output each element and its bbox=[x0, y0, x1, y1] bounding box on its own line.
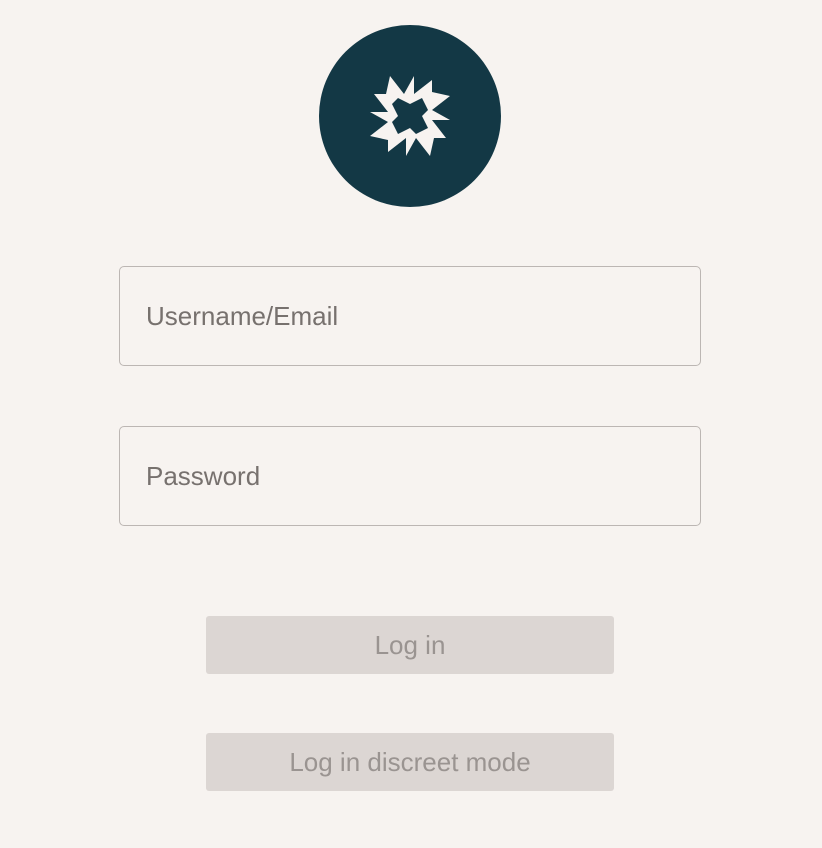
password-input[interactable] bbox=[119, 426, 701, 526]
app-logo bbox=[319, 25, 501, 207]
login-button[interactable]: Log in bbox=[206, 616, 614, 674]
login-discreet-mode-button[interactable]: Log in discreet mode bbox=[206, 733, 614, 791]
starburst-logo-icon bbox=[370, 76, 450, 156]
username-email-input[interactable] bbox=[119, 266, 701, 366]
